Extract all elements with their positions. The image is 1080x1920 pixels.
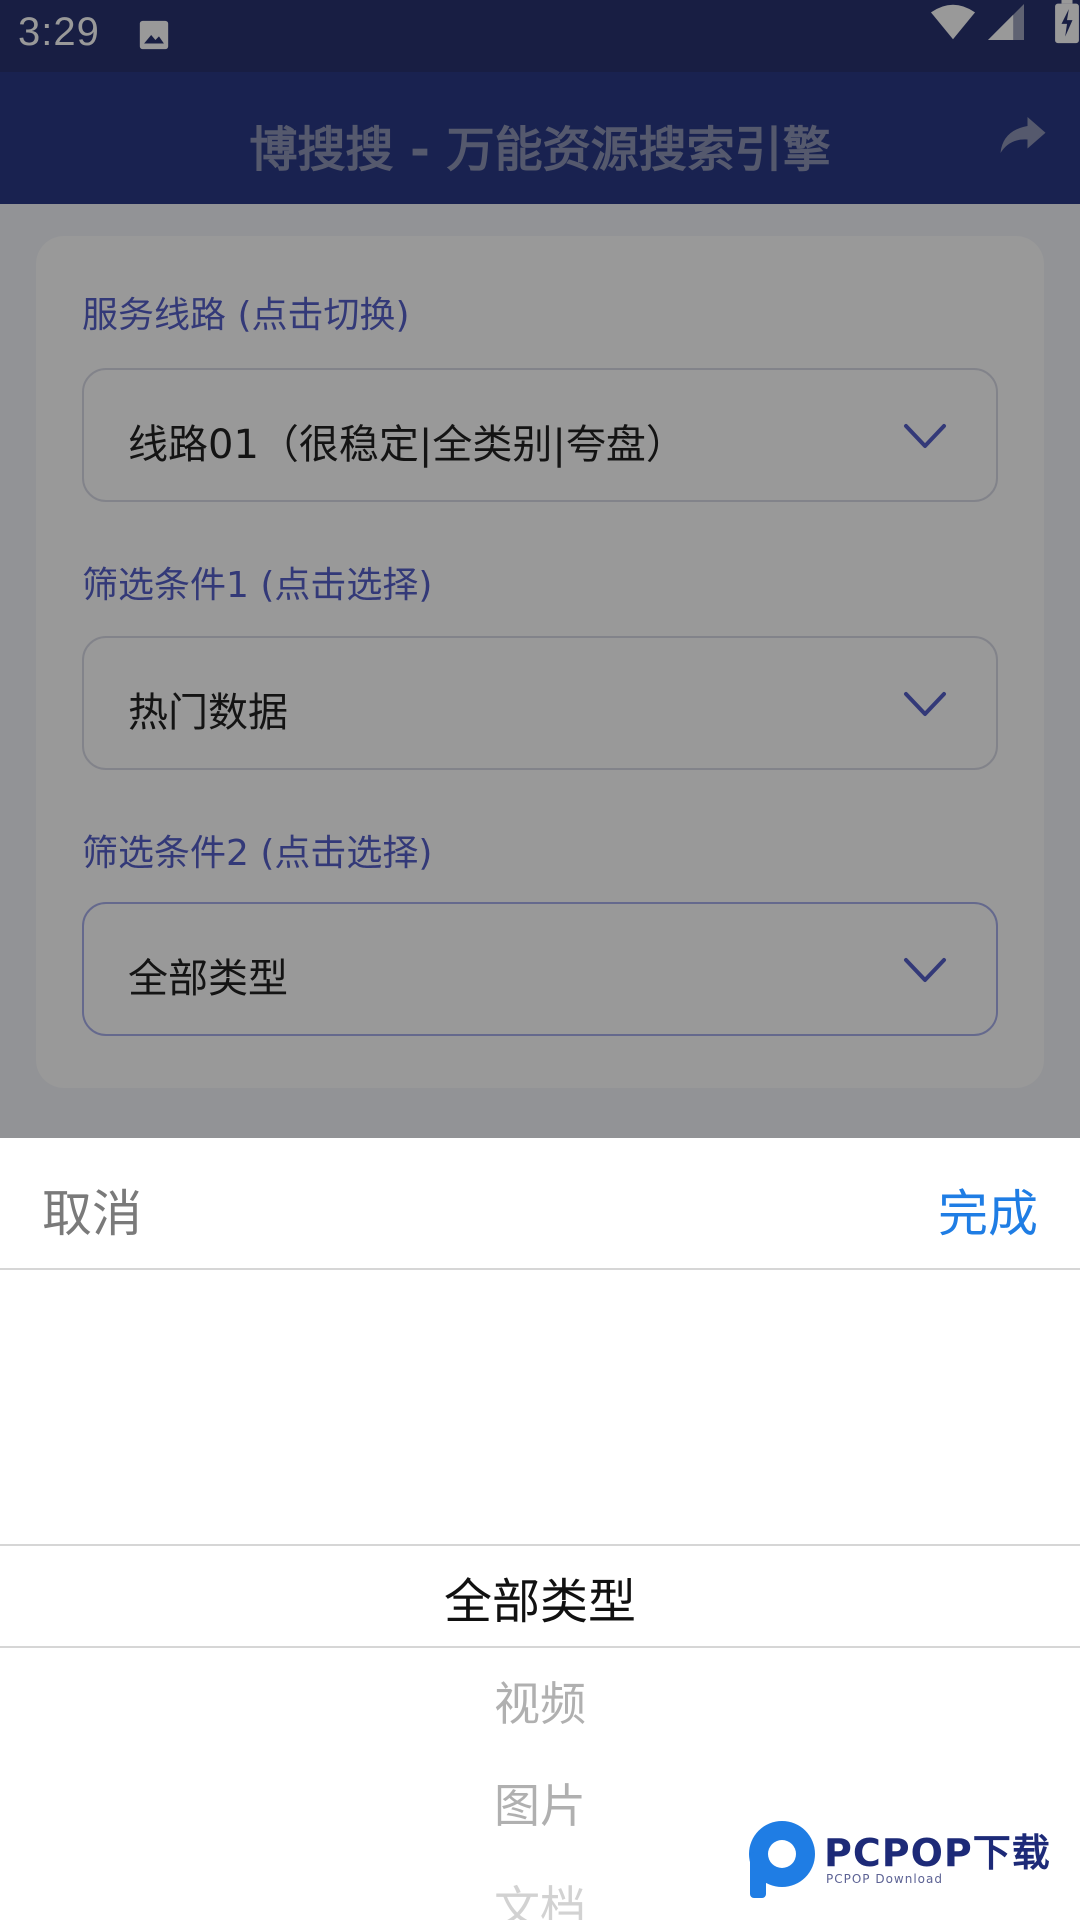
picker-selection-top-line	[0, 1544, 1080, 1546]
modal-backdrop[interactable]	[0, 0, 1080, 1138]
watermark-subtext: PCPOP Download	[826, 1872, 943, 1886]
done-button[interactable]: 完成	[938, 1174, 1038, 1246]
picker-option-video[interactable]: 视频	[0, 1668, 1080, 1734]
pcpop-watermark: PCPOP下载 PCPOP Download	[744, 1818, 1074, 1902]
watermark-text: PCPOP下载	[824, 1831, 1051, 1875]
picker-sheet: 取消 完成 全部类型 视频 图片 文档	[0, 1138, 1080, 1920]
picker-header: 取消 完成	[0, 1138, 1080, 1270]
pcpop-logo-icon	[749, 1821, 815, 1898]
picker-option-all-types[interactable]: 全部类型	[0, 1562, 1080, 1632]
cancel-button[interactable]: 取消	[42, 1174, 142, 1246]
picker-selection-bottom-line	[0, 1646, 1080, 1648]
